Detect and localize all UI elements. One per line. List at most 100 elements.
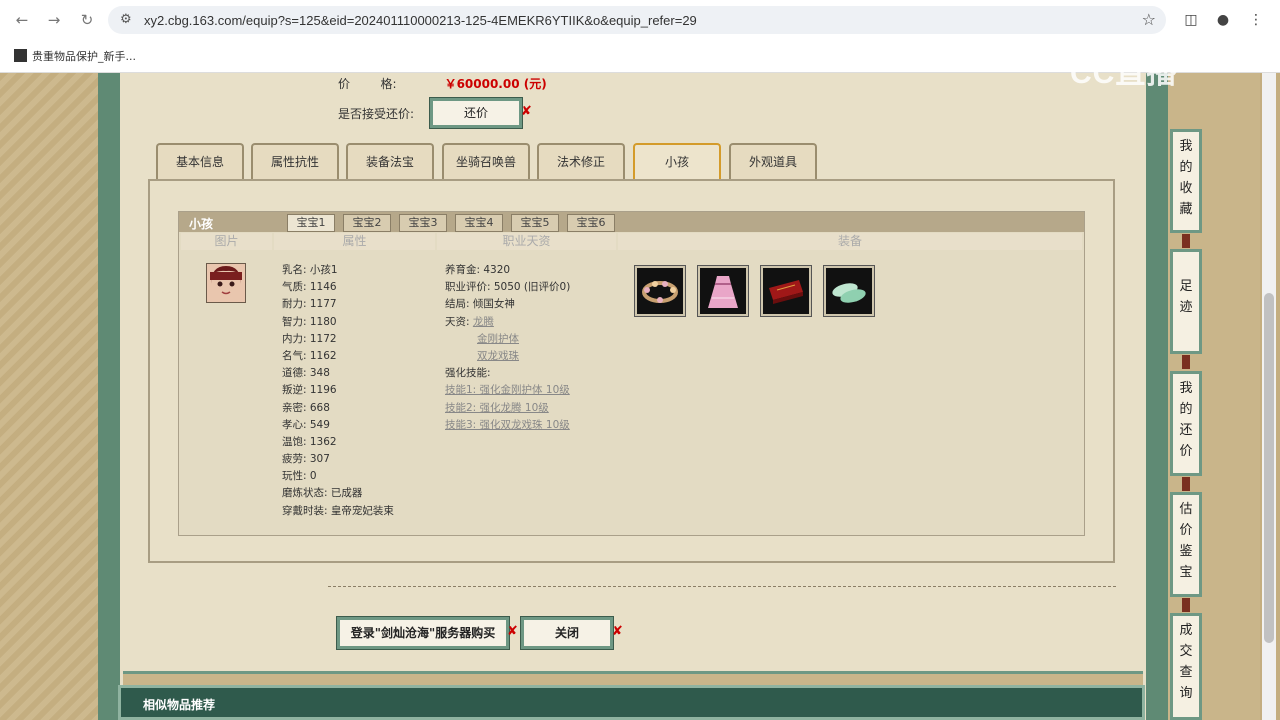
- sidebar-connector: [1182, 477, 1190, 491]
- buy-close-icon: ✘: [507, 624, 518, 639]
- attribute-item: 亲密: 668: [282, 401, 330, 414]
- skill-row: 技能2: 强化龙腾 10级: [445, 400, 570, 417]
- talent-link[interactable]: 龙腾: [473, 316, 494, 328]
- sidebar-connector: [1182, 234, 1190, 248]
- subtab-baby-6[interactable]: 宝宝6: [567, 214, 615, 232]
- subtab-baby-4[interactable]: 宝宝4: [455, 214, 503, 232]
- bookmark-star-icon[interactable]: ☆: [1142, 10, 1156, 29]
- equipment-slot-3[interactable]: [760, 265, 812, 317]
- skill-link[interactable]: 技能3: 强化双龙戏珠 10级: [445, 419, 570, 431]
- talent-label: 天资:: [445, 315, 470, 328]
- column-header-attributes: 属性: [274, 233, 435, 250]
- subtab-baby-2[interactable]: 宝宝2: [343, 214, 391, 232]
- attribute-item: 耐力: 1177: [282, 298, 337, 311]
- back-icon[interactable]: ←: [12, 10, 32, 30]
- attribute-item: 乳名: 小孩1: [282, 264, 338, 276]
- sidebar-transactions[interactable]: 成交查询: [1170, 613, 1202, 720]
- bookmark-item[interactable]: 贵重物品保护_新手...: [14, 48, 136, 64]
- career-ending: 结局: 倾国女神: [445, 298, 515, 311]
- login-buy-button[interactable]: 登录"剑灿沧海"服务器购买: [336, 616, 510, 650]
- column-header-equipment: 装备: [618, 233, 1082, 250]
- url-text[interactable]: xy2.cbg.163.com/equip?s=125&eid=20240111…: [144, 13, 697, 28]
- child-table: 小孩 宝宝1 宝宝2 宝宝3 宝宝4 宝宝5 宝宝6 图片 属性 职业天资 装备: [178, 211, 1085, 536]
- counter-offer-row: 是否接受还价:: [338, 105, 414, 122]
- price-row: 价 格: ￥60000.00 (元): [338, 75, 547, 92]
- talent-row: 双龙戏珠: [445, 348, 570, 365]
- subtab-baby-5[interactable]: 宝宝5: [511, 214, 559, 232]
- skill-link[interactable]: 技能1: 强化金刚护体 10级: [445, 384, 570, 396]
- career-list: 养育金: 4320 职业评价: 5050 (旧评价0) 结局: 倾国女神 天资:…: [445, 262, 570, 434]
- right-frame: [1143, 73, 1168, 720]
- similar-items-title: 相似物品推荐: [143, 698, 216, 712]
- tab-mounts-pets[interactable]: 坐骑召唤兽: [442, 143, 530, 179]
- talent-row: 金刚护体: [445, 331, 570, 348]
- price-label: 价 格:: [338, 77, 397, 91]
- subtab-baby-1[interactable]: 宝宝1: [287, 214, 335, 232]
- attribute-item: 温饱: 1362: [282, 435, 337, 448]
- child-avatar: [206, 263, 246, 303]
- forward-icon[interactable]: →: [44, 10, 64, 30]
- sidebar-my-offers[interactable]: 我的还价: [1170, 371, 1202, 476]
- talent-link[interactable]: 双龙戏珠: [477, 350, 519, 362]
- attribute-item: 名气: 1162: [282, 349, 337, 362]
- child-table-header: 小孩 宝宝1 宝宝2 宝宝3 宝宝4 宝宝5 宝宝6: [179, 212, 1084, 232]
- sidebar-connector: [1182, 598, 1190, 612]
- divider: [328, 586, 1116, 587]
- left-decoration: [0, 73, 98, 720]
- career-rating: 职业评价: 5050 (旧评价0): [445, 281, 571, 294]
- attribute-item: 道德: 348: [282, 367, 330, 380]
- attribute-item: 穿戴时装: 皇帝宠妃装束: [282, 504, 394, 517]
- sidebar-favorites[interactable]: 我的收藏: [1170, 129, 1202, 233]
- sidebar-appraisal[interactable]: 估价鉴宝: [1170, 492, 1202, 597]
- sidebar-panel-icon[interactable]: ◫: [1181, 10, 1201, 30]
- attribute-item: 气质: 1146: [282, 281, 337, 294]
- close-button[interactable]: 关闭: [520, 616, 614, 650]
- main-content: 价 格: ￥60000.00 (元) 是否接受还价: 还价 ✘ 基本信息 属性抗性…: [123, 73, 1143, 674]
- red-box-icon: [769, 280, 803, 304]
- attribute-item: 叛逆: 1196: [282, 384, 337, 397]
- sidebar-label: 估价鉴宝: [1179, 502, 1193, 580]
- tab-appearance[interactable]: 外观道具: [729, 143, 817, 179]
- tab-child[interactable]: 小孩: [633, 143, 721, 179]
- menu-icon[interactable]: ⋮: [1246, 10, 1266, 30]
- profile-icon[interactable]: ●: [1213, 10, 1233, 30]
- stream-watermark: CC直播: [1070, 57, 1178, 90]
- sidebar-label: 我的还价: [1179, 381, 1193, 459]
- jade-shoes-icon: [832, 283, 866, 303]
- equipment-slot-2[interactable]: [697, 265, 749, 317]
- left-frame: [98, 73, 123, 720]
- equipment-slot-4[interactable]: [823, 265, 875, 317]
- attribute-item: 疲劳: 307: [282, 453, 330, 466]
- tab-equipment[interactable]: 装备法宝: [346, 143, 434, 179]
- reload-icon[interactable]: ↻: [77, 10, 97, 30]
- column-header-image: 图片: [181, 233, 272, 250]
- equipment-slot-1[interactable]: [634, 265, 686, 317]
- child-table-title: 小孩: [189, 217, 214, 231]
- tab-basic-info[interactable]: 基本信息: [156, 143, 244, 179]
- address-bar[interactable]: ⚙ xy2.cbg.163.com/equip?s=125&eid=202401…: [108, 6, 1166, 34]
- sidebar-label: 足迹: [1179, 279, 1193, 315]
- sidebar-label: 成交查询: [1179, 623, 1193, 701]
- tab-spell-correction[interactable]: 法术修正: [537, 143, 625, 179]
- sidebar-history[interactable]: 足迹: [1170, 249, 1202, 354]
- scrollbar-thumb[interactable]: [1264, 293, 1274, 643]
- child-panel: 小孩 宝宝1 宝宝2 宝宝3 宝宝4 宝宝5 宝宝6 图片 属性 职业天资 装备: [148, 179, 1115, 563]
- subtab-baby-3[interactable]: 宝宝3: [399, 214, 447, 232]
- skill-link[interactable]: 技能2: 强化龙腾 10级: [445, 402, 549, 414]
- talent-link[interactable]: 金刚护体: [477, 333, 519, 345]
- similar-items-bar: 相似物品推荐: [118, 685, 1145, 720]
- skill-row: 技能3: 强化双龙戏珠 10级: [445, 417, 570, 434]
- page-scrollbar[interactable]: [1262, 73, 1276, 720]
- attribute-item: 智力: 1180: [282, 315, 337, 328]
- tab-attributes[interactable]: 属性抗性: [251, 143, 339, 179]
- raise-gold: 养育金: 4320: [445, 264, 511, 276]
- talent-row: 天资: 龙腾: [445, 314, 570, 331]
- attribute-item: 玩性: 0: [282, 470, 317, 483]
- attribute-item: 磨炼状态: 已成器: [282, 487, 363, 500]
- counter-offer-close-icon: ✘: [521, 104, 532, 119]
- flower-wreath-icon: [642, 281, 678, 303]
- counter-offer-button[interactable]: 还价: [429, 97, 523, 129]
- site-info-icon[interactable]: ⚙: [120, 12, 132, 27]
- page: 价 格: ￥60000.00 (元) 是否接受还价: 还价 ✘ 基本信息 属性抗性…: [0, 73, 1280, 720]
- main-bottom-border: [123, 671, 1143, 674]
